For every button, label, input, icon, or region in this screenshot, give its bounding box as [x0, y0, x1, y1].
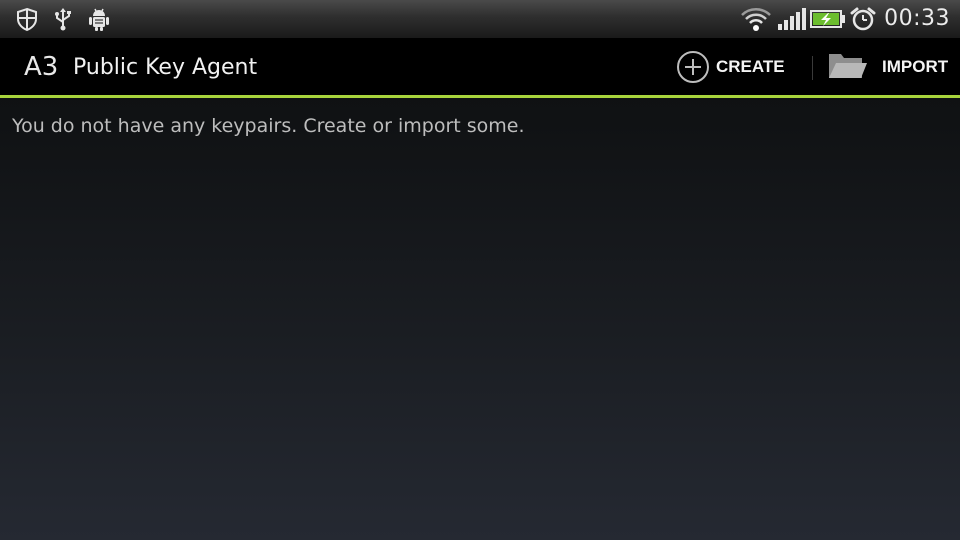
- folder-open-icon: [826, 50, 868, 84]
- alarm-clock-icon: [849, 6, 877, 32]
- action-bar-accent-line: [0, 95, 960, 98]
- status-time: 00:33: [884, 6, 950, 31]
- signal-icon: [776, 6, 806, 32]
- action-divider: [812, 56, 813, 80]
- android-debug-icon: [86, 6, 112, 32]
- create-button[interactable]: CREATE: [676, 38, 810, 95]
- usb-icon: [50, 6, 76, 32]
- app-logo: A3: [24, 52, 59, 82]
- action-bar: A3 Public Key Agent CREATE IMPORT: [0, 38, 960, 95]
- wifi-icon: [739, 6, 773, 32]
- import-button[interactable]: IMPORT: [822, 38, 960, 95]
- battery-charging-icon: [810, 6, 846, 32]
- shield-icon: [14, 6, 40, 32]
- import-label: IMPORT: [882, 56, 949, 76]
- empty-state-message: You do not have any keypairs. Create or …: [12, 115, 525, 137]
- create-label: CREATE: [716, 56, 785, 76]
- status-bar: 00:33: [0, 0, 960, 38]
- add-circle-icon: [676, 50, 710, 84]
- screen: 00:33 A3 Public Key Agent CREATE IMPORT …: [0, 0, 960, 540]
- app-title: Public Key Agent: [73, 55, 258, 80]
